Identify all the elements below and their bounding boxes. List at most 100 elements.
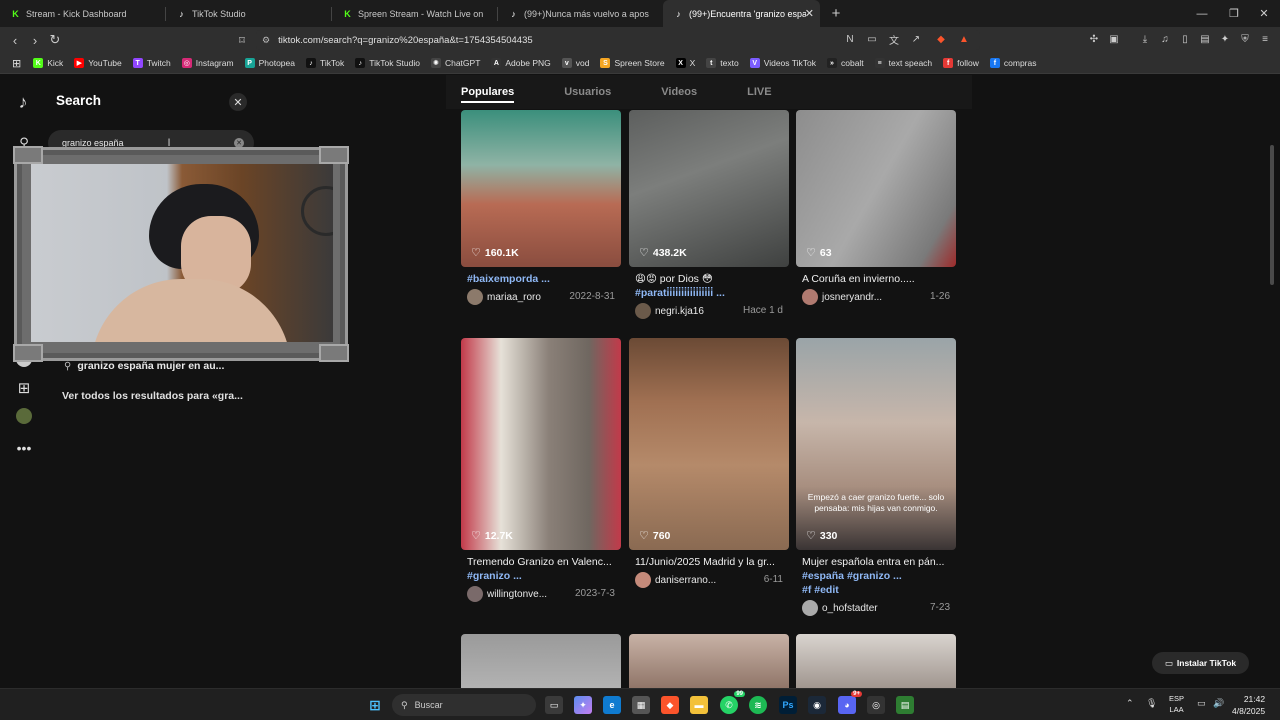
screenshot-icon[interactable]: ▣ xyxy=(1107,32,1121,46)
back-button[interactable]: ‹ xyxy=(5,30,25,50)
result-tab-1[interactable]: Usuarios xyxy=(564,86,611,98)
apps-grid-icon[interactable]: ⊞ xyxy=(12,57,21,70)
cast-icon[interactable]: ▭ xyxy=(865,32,879,46)
volume-icon[interactable]: 🔊 xyxy=(1213,698,1224,709)
bookmark-item[interactable]: f compras xyxy=(989,58,1036,68)
share-icon[interactable]: ↗ xyxy=(909,32,923,46)
brave-shield-icon[interactable]: ◆ xyxy=(934,32,948,46)
new-tab-button[interactable]: + xyxy=(826,5,846,22)
reload-button[interactable]: ↻ xyxy=(45,30,65,50)
browser-tab[interactable]: ♪ TikTok Studio xyxy=(166,0,331,27)
video-author[interactable]: o_hofstadter xyxy=(802,600,878,616)
video-thumbnail[interactable]: ♡ 330 Empezó a caer granizo fuerte... solo… xyxy=(796,338,956,550)
bookmark-item[interactable]: ≡ text speach xyxy=(874,58,932,68)
result-tab-3[interactable]: LIVE xyxy=(747,86,771,98)
forward-button[interactable]: › xyxy=(25,30,45,50)
sidebar-toggle-icon[interactable]: ▯ xyxy=(1178,32,1192,46)
video-thumbnail[interactable]: ♡ 63 xyxy=(796,110,956,267)
page-scrollbar[interactable] xyxy=(1270,145,1274,285)
start-button[interactable]: ⊞ xyxy=(366,696,384,714)
video-hashtags[interactable]: #parati̇i̇i̇i̇i̇i̇i̇i̇i̇i̇i̇i̇i̇i̇i̇i̇ .… xyxy=(635,287,789,299)
close-search-button[interactable]: ✕ xyxy=(229,93,247,111)
bookmark-item[interactable]: » cobalt xyxy=(826,58,864,68)
bookmark-item[interactable]: T Twitch xyxy=(132,58,171,68)
whatsapp-icon[interactable]: ✆ 99 xyxy=(720,691,745,714)
maximize-button[interactable]: ❐ xyxy=(1218,0,1250,27)
video-title[interactable]: Tremendo Granizo en Valenc... xyxy=(467,556,621,568)
extensions-icon[interactable]: ✣ xyxy=(1087,32,1101,46)
bookmark-item[interactable]: ✺ ChatGPT xyxy=(430,58,480,68)
bookmark-item[interactable]: f follow xyxy=(943,58,979,68)
brave-icon[interactable]: ◆ xyxy=(661,696,679,714)
bookmark-item[interactable]: P Photopea xyxy=(244,58,295,68)
video-author[interactable]: josneryandr... xyxy=(802,289,882,305)
edge-icon[interactable]: e xyxy=(603,696,621,714)
bookmark-item[interactable]: XX xyxy=(675,58,695,68)
install-tiktok-button[interactable]: ▭ Instalar TikTok xyxy=(1152,652,1249,674)
taskbar-search[interactable]: ⚲ Buscar xyxy=(392,694,536,716)
video-thumbnail[interactable] xyxy=(629,634,789,688)
video-author[interactable]: daniserrano... xyxy=(635,572,716,588)
media-icon[interactable]: ♫ xyxy=(1158,32,1172,46)
video-author[interactable]: mariaa_roro xyxy=(467,289,541,305)
user-avatar[interactable] xyxy=(16,408,32,424)
video-hashtags[interactable]: #granizo ... xyxy=(467,570,621,582)
video-thumbnail[interactable] xyxy=(796,634,956,688)
video-title[interactable]: 😩😡 por Dios 😳 xyxy=(635,273,789,285)
video-thumbnail[interactable]: ♡ 760 xyxy=(629,338,789,550)
video-hashtags[interactable]: #baixemporda ... xyxy=(467,273,621,285)
bookmark-item[interactable]: t texto xyxy=(706,58,739,68)
system-clock[interactable]: 21:42 4/8/2025 xyxy=(1232,693,1265,717)
obs-icon[interactable]: ◎ xyxy=(867,696,885,714)
bookmark-icon[interactable]: ⌑ xyxy=(232,30,252,50)
browser-tab[interactable]: ♪ (99+)Nunca más vuelvo a apostar. | T xyxy=(498,0,663,27)
browser-tab[interactable]: K Spreen Stream - Watch Live on Kick xyxy=(332,0,497,27)
photoshop-icon[interactable]: Ps xyxy=(779,696,797,714)
close-window-button[interactable]: ✕ xyxy=(1248,0,1280,27)
file-explorer-icon[interactable]: ▬ xyxy=(690,696,708,714)
bookmark-item[interactable]: K Kick xyxy=(33,58,63,68)
notepad-icon[interactable]: ▤ xyxy=(896,696,914,714)
brave-rewards-icon[interactable]: ▲ xyxy=(957,32,971,46)
video-author[interactable]: willingtonve... xyxy=(467,586,547,602)
bookmark-item[interactable]: S Spreen Store xyxy=(600,58,665,68)
microphone-icon[interactable]: 🎙 xyxy=(1146,698,1157,709)
store-icon[interactable]: ▦ xyxy=(632,696,650,714)
close-tab-icon[interactable]: ✕ xyxy=(805,7,814,20)
translate-icon[interactable]: 文 xyxy=(887,32,901,47)
video-title[interactable]: 11/Junio/2025 Madrid y la gr... xyxy=(635,556,789,568)
browser-tab[interactable]: K Stream - Kick Dashboard xyxy=(0,0,165,27)
bookmark-item[interactable]: ◎ Instagram xyxy=(181,58,234,68)
bookmark-item[interactable]: ♪ TikTok xyxy=(305,58,344,68)
menu-icon[interactable]: ≡ xyxy=(1258,32,1272,46)
task-view-icon[interactable]: ▭ xyxy=(545,696,563,714)
more-icon[interactable]: ••• xyxy=(14,438,34,458)
browser-tab[interactable]: ♪ (99+)Encuentra 'granizo españa ✕ xyxy=(663,0,820,27)
video-hashtags-2[interactable]: #f #edit xyxy=(802,584,956,596)
leo-icon[interactable]: ✦ xyxy=(1218,32,1232,46)
video-thumbnail[interactable] xyxy=(461,634,621,688)
bookmark-item[interactable]: ▶ YouTube xyxy=(74,58,122,68)
tiktok-logo-icon[interactable]: ♪ xyxy=(13,92,33,112)
vpn-icon[interactable]: ⛨ xyxy=(1238,32,1252,46)
bookmark-item[interactable]: A Adobe PNG xyxy=(491,58,551,68)
spotify-icon[interactable]: ≋ xyxy=(749,696,767,714)
site-info-icon[interactable]: ⚙ xyxy=(262,35,270,46)
video-title[interactable]: Mujer española entra en pán... xyxy=(802,556,956,568)
upload-icon[interactable]: ⊞ xyxy=(14,378,34,398)
copilot-icon[interactable]: ✦ xyxy=(574,696,592,714)
result-tab-2[interactable]: Videos xyxy=(661,86,697,98)
video-title[interactable]: A Coruña en invierno..... xyxy=(802,273,956,285)
discord-icon[interactable]: ◕ 9+ xyxy=(838,691,862,714)
downloads-icon[interactable]: ⤓ xyxy=(1138,32,1152,46)
video-thumbnail[interactable]: ♡ 160.1K xyxy=(461,110,621,267)
search-suggestion[interactable]: ⚲ granizo españa mujer en au... xyxy=(64,360,224,372)
minimize-button[interactable]: — xyxy=(1186,0,1218,27)
video-author[interactable]: negri.kja16 xyxy=(635,303,704,319)
see-all-results-link[interactable]: Ver todos los resultados para «gra... xyxy=(62,390,243,402)
video-thumbnail[interactable]: ♡ 12.7K xyxy=(461,338,621,550)
tray-overflow-icon[interactable]: ⌃ xyxy=(1126,698,1134,709)
video-hashtags[interactable]: #españa #granizo ... xyxy=(802,570,956,582)
video-thumbnail[interactable]: ♡ 438.2K xyxy=(629,110,789,267)
language-indicator[interactable]: ESP LAA xyxy=(1169,693,1184,715)
